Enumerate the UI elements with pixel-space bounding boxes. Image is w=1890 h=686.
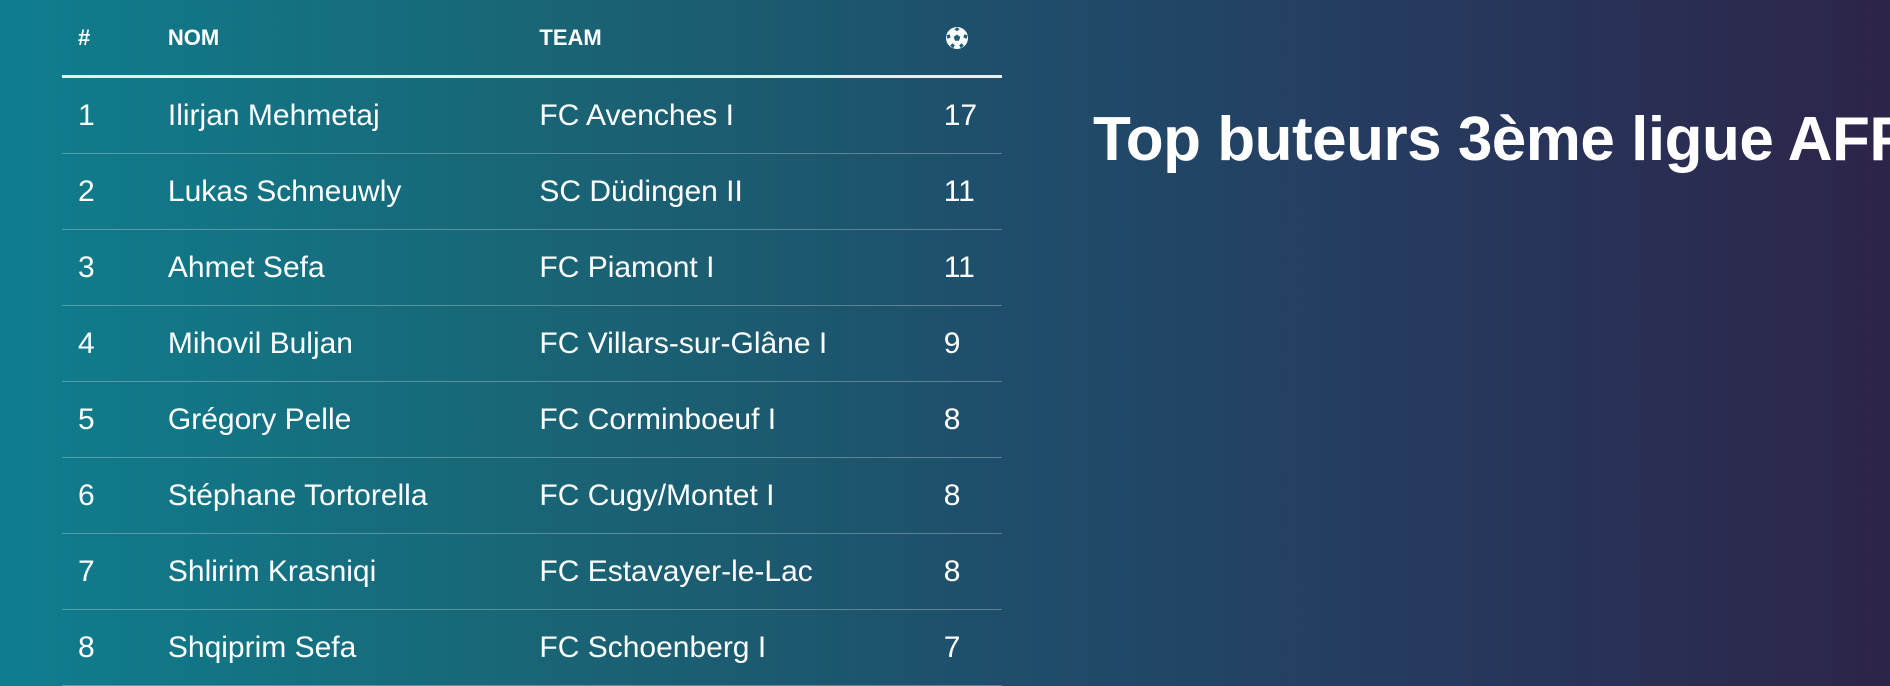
goals-cell: 7 — [943, 609, 1002, 686]
top-scorers-table: # NOM TEAM 1 Ilirjan Mehmetaj FC Avenches … — [62, 0, 1002, 686]
goals-cell: 8 — [943, 381, 1002, 458]
player-name-cell: Grégory Pelle — [167, 381, 540, 458]
team-cell: FC Corminboeuf I — [539, 381, 944, 458]
rank-cell: 6 — [62, 457, 168, 534]
header-rank: # — [62, 0, 168, 78]
rank-cell: 7 — [62, 533, 168, 610]
table-row: 1 Ilirjan Mehmetaj FC Avenches I 17 — [62, 76, 1002, 154]
rank-cell: 4 — [62, 305, 168, 382]
goals-cell: 8 — [943, 457, 1002, 534]
player-name-cell: Stéphane Tortorella — [167, 457, 540, 534]
player-name-cell: Shqiprim Sefa — [167, 609, 540, 686]
table-row: 5 Grégory Pelle FC Corminboeuf I8 — [62, 381, 1002, 458]
rank-cell: 1 — [62, 76, 168, 154]
rank-cell: 8 — [62, 609, 168, 686]
player-name-cell: Lukas Schneuwly — [167, 153, 540, 230]
soccer-ball-icon — [945, 27, 968, 50]
header-name: NOM — [167, 0, 540, 78]
goals-cell: 17 — [943, 76, 1002, 154]
table-row: 6 Stéphane Tortorella FC Cugy/Montet I8 — [62, 457, 1002, 534]
goals-cell: 9 — [943, 305, 1002, 382]
header-goals — [943, 0, 1002, 78]
player-name-cell: Ahmet Sefa — [167, 229, 540, 306]
team-cell: SC Düdingen II — [539, 153, 944, 230]
goals-cell: 8 — [943, 533, 1002, 610]
table-row: 4 Mihovil Buljan FC Villars-sur-Glâne I9 — [62, 305, 1002, 382]
goals-cell: 11 — [943, 153, 1002, 230]
team-cell: FC Cugy/Montet I — [539, 457, 944, 534]
table-row: 8 Shqiprim Sefa FC Schoenberg I7 — [62, 609, 1002, 686]
rank-cell: 5 — [62, 381, 168, 458]
table-row: 2 Lukas Schneuwly SC Düdingen II 11 — [62, 153, 1002, 230]
team-cell: FC Piamont I — [539, 229, 944, 306]
team-cell: FC Avenches I — [539, 76, 944, 154]
rank-cell: 3 — [62, 229, 168, 306]
team-cell: FC Estavayer-le-Lac — [539, 533, 944, 610]
rank-cell: 2 — [62, 153, 168, 230]
table-header-row: # NOM TEAM — [62, 0, 1002, 78]
player-name-cell: Shlirim Krasniqi — [167, 533, 540, 610]
page: { "title": "Top buteurs 3ème ligue AFF",… — [0, 0, 1890, 686]
page-title: Top buteurs 3ème ligue AFF — [1093, 105, 1890, 174]
table-row: 7 Shlirim Krasniqi FC Estavayer-le-Lac 8 — [62, 533, 1002, 610]
goals-cell: 11 — [943, 229, 1002, 306]
player-name-cell: Ilirjan Mehmetaj — [167, 76, 540, 154]
team-cell: FC Villars-sur-Glâne I — [539, 305, 944, 382]
table-row: 3 Ahmet Sefa FC Piamont I 11 — [62, 229, 1002, 306]
team-cell: FC Schoenberg I — [539, 609, 944, 686]
header-team: TEAM — [539, 0, 944, 78]
player-name-cell: Mihovil Buljan — [167, 305, 540, 382]
